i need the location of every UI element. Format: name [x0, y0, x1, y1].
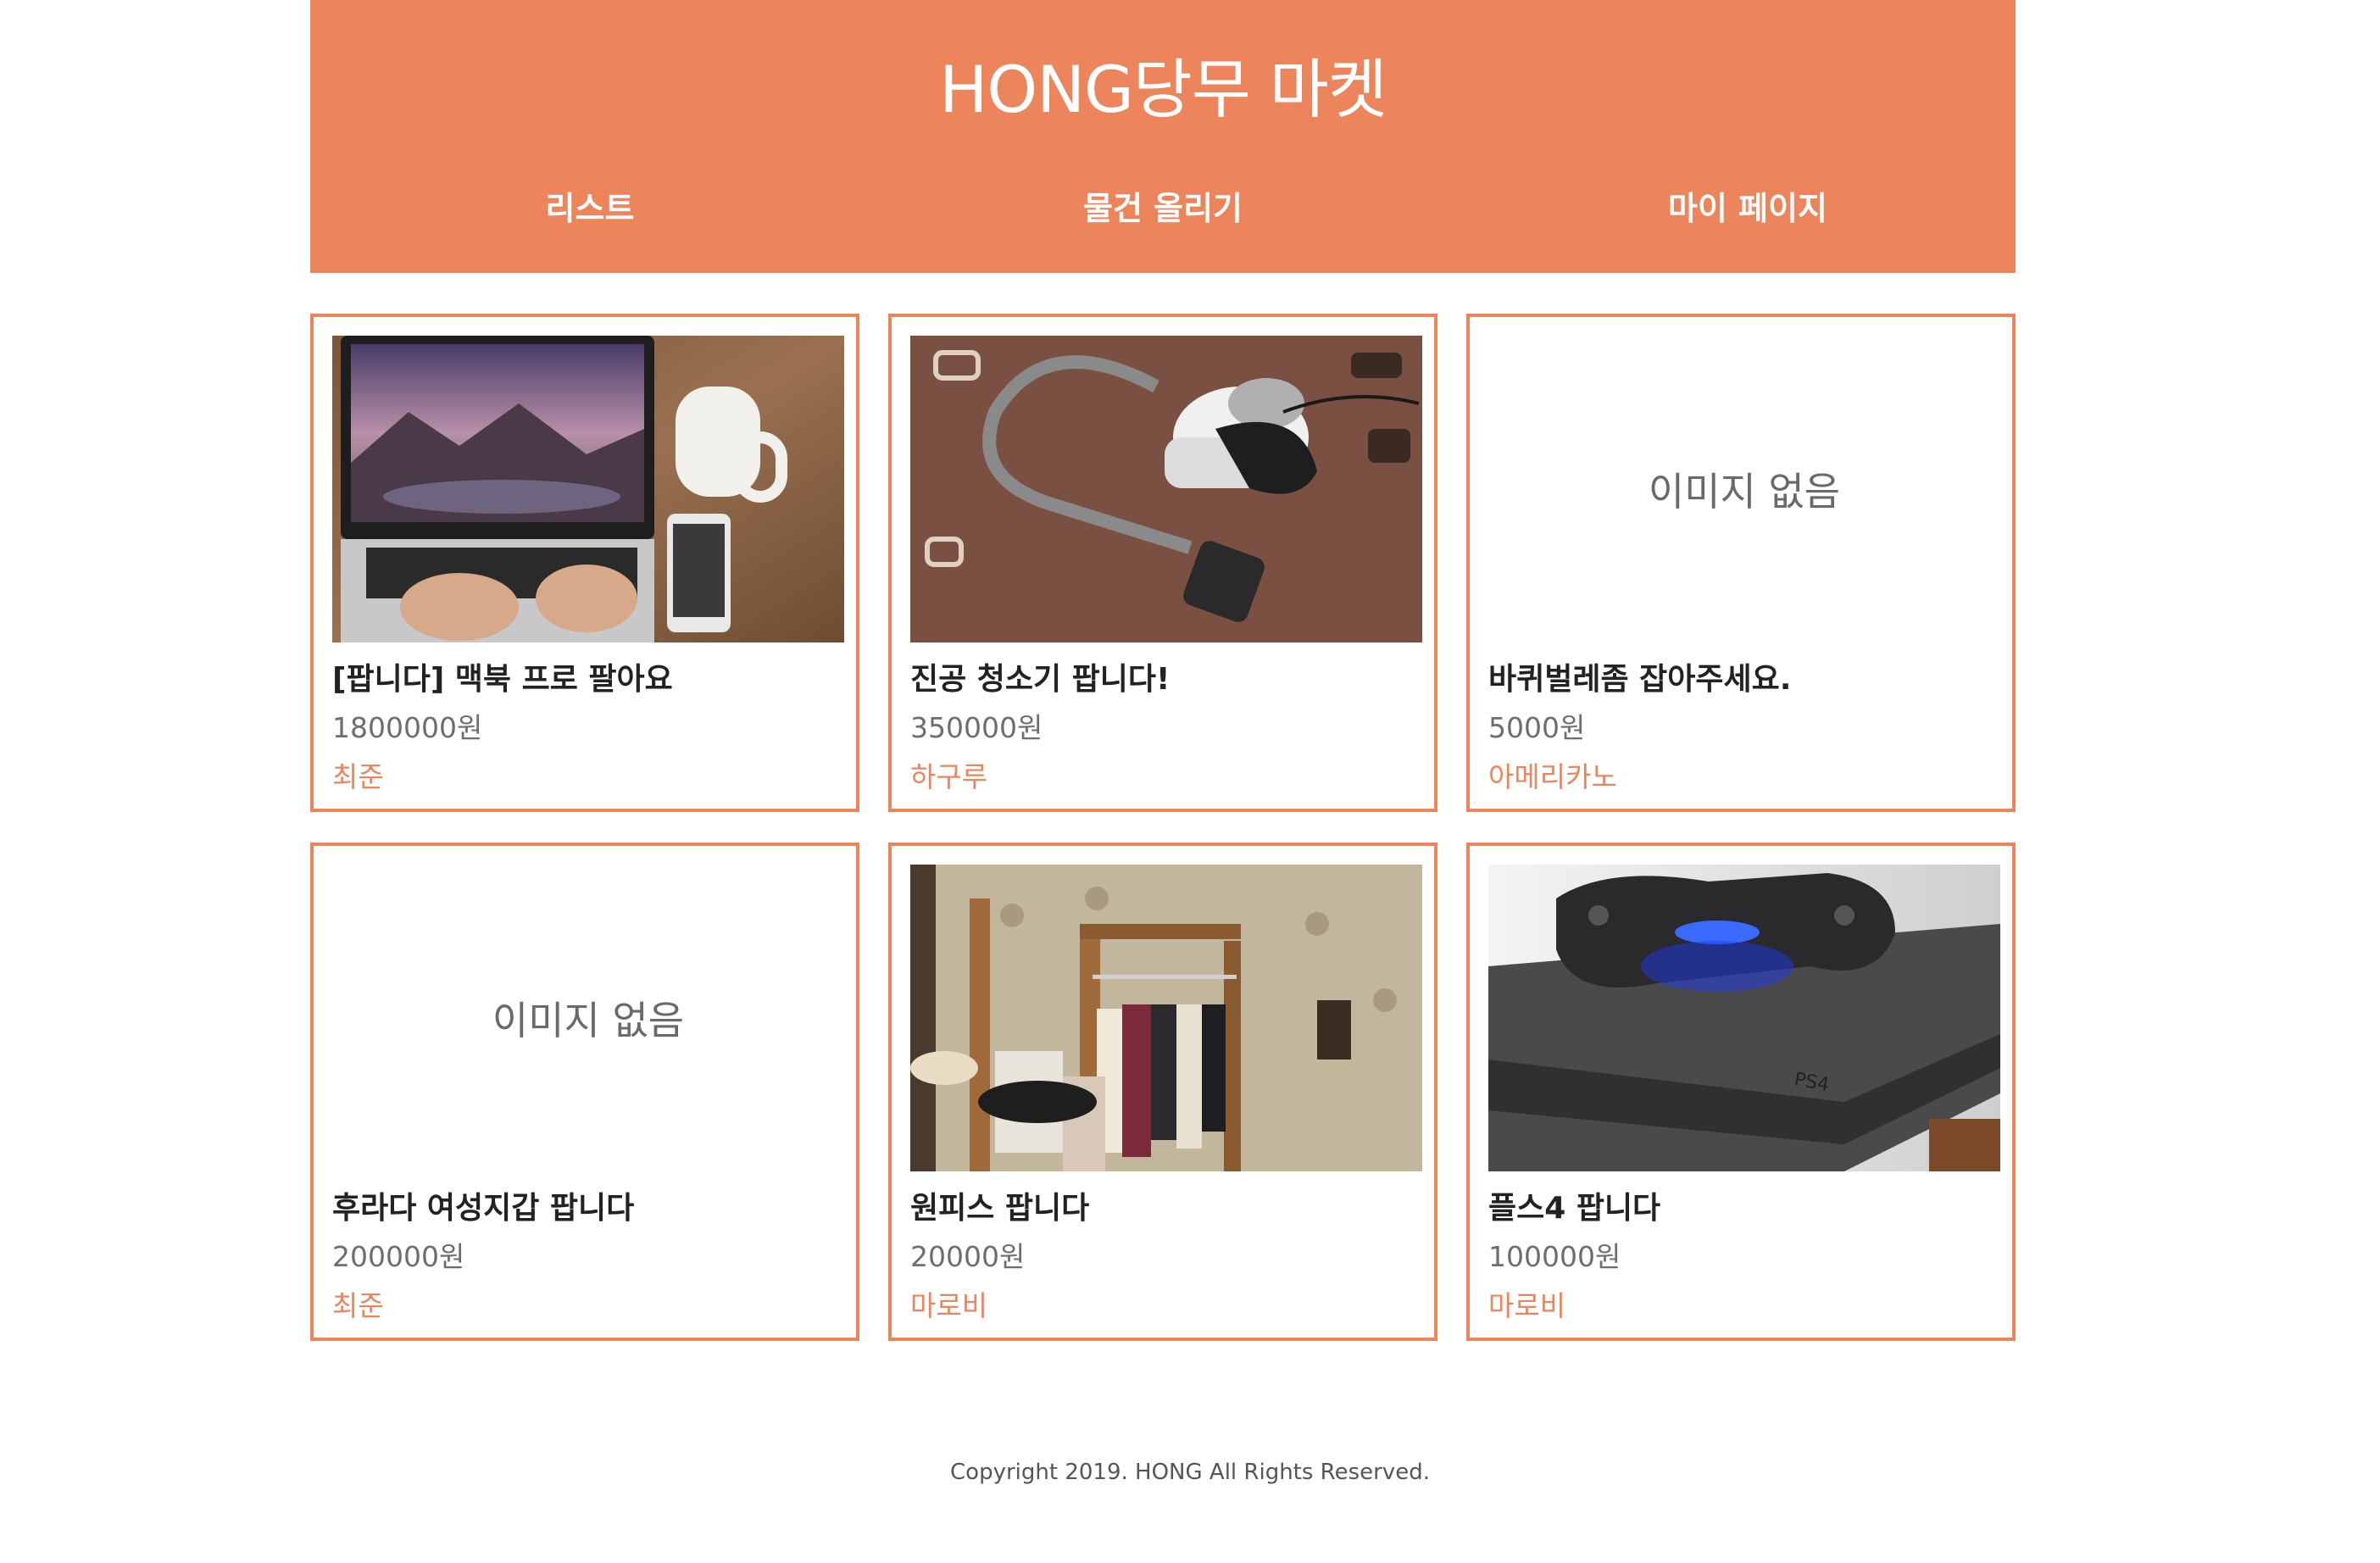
- product-title: 후라다 여성지갑 팝니다: [332, 1191, 635, 1226]
- product-card[interactable]: PS4 플스4 팝니다 100000원 마로비: [1466, 843, 2016, 1341]
- site-header: HONG당무 마켓 리스트 물건 올리기 마이 페이지: [310, 0, 2016, 273]
- product-image: [910, 865, 1422, 1171]
- product-card[interactable]: [팝니다] 맥북 프로 팔아요 1800000원 최준: [310, 314, 859, 812]
- product-image: PS4: [1488, 865, 2000, 1171]
- product-seller: 하구루: [910, 760, 988, 793]
- nav-item-list[interactable]: 리스트: [378, 181, 802, 236]
- product-image: [910, 336, 1422, 642]
- product-title: 진공 청소기 팝니다!: [910, 662, 1171, 697]
- product-card[interactable]: 원피스 팝니다 20000원 마로비: [888, 843, 1437, 1341]
- product-image: [332, 336, 844, 642]
- product-title: 바퀴벌레좀 잡아주세요.: [1488, 662, 1792, 697]
- main-container: HONG당무 마켓 리스트 물건 올리기 마이 페이지 [팝니다] 맥북 프로 …: [310, 0, 2016, 1341]
- laptop-photo-icon: [332, 336, 844, 642]
- product-price: 200000원: [332, 1240, 465, 1273]
- product-card[interactable]: 이미지 없음 바퀴벌레좀 잡아주세요. 5000원 아메리카노: [1466, 314, 2016, 812]
- no-image-placeholder: 이미지 없음: [1648, 469, 1841, 515]
- main-nav: 리스트 물건 올리기 마이 페이지: [310, 181, 2016, 236]
- ps4-photo-icon: PS4: [1488, 865, 2000, 1171]
- product-price: 20000원: [910, 1240, 1026, 1273]
- product-card[interactable]: 이미지 없음 후라다 여성지갑 팝니다 200000원 최준: [310, 843, 859, 1341]
- product-title: [팝니다] 맥북 프로 팔아요: [332, 662, 673, 697]
- product-seller: 아메리카노: [1488, 760, 1617, 793]
- site-footer: Copyright 2019. HONG All Rights Reserved…: [950, 1460, 1430, 1485]
- product-price: 1800000원: [332, 711, 483, 744]
- product-title: 플스4 팝니다: [1488, 1191, 1661, 1226]
- product-seller: 최준: [332, 760, 384, 793]
- product-card[interactable]: 진공 청소기 팝니다! 350000원 하구루: [888, 314, 1437, 812]
- nav-item-mypage[interactable]: 마이 페이지: [1536, 181, 1960, 236]
- page: HONG당무 마켓 리스트 물건 올리기 마이 페이지 [팝니다] 맥북 프로 …: [0, 0, 2380, 1563]
- clothes-rack-photo-icon: [910, 865, 1422, 1171]
- vacuum-photo-icon: [910, 336, 1422, 642]
- site-title[interactable]: HONG당무 마켓: [310, 37, 2016, 131]
- product-price: 100000원: [1488, 1240, 1621, 1273]
- product-price: 350000원: [910, 711, 1043, 744]
- product-price: 5000원: [1488, 711, 1586, 744]
- nav-item-upload[interactable]: 물건 올리기: [951, 181, 1375, 236]
- product-seller: 마로비: [910, 1289, 988, 1322]
- product-title: 원피스 팝니다: [910, 1191, 1090, 1226]
- product-seller: 최준: [332, 1289, 384, 1322]
- no-image-placeholder: 이미지 없음: [492, 998, 685, 1043]
- product-seller: 마로비: [1488, 1289, 1566, 1322]
